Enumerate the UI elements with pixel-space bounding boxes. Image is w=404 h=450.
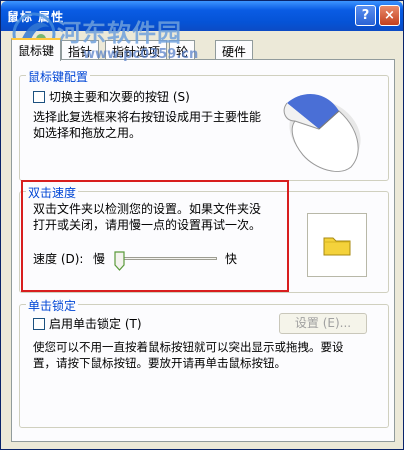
slider-ticks <box>121 272 217 274</box>
tab-pointers[interactable]: 指针 <box>61 40 100 59</box>
speed-slider-track[interactable] <box>117 257 217 260</box>
click-lock-label[interactable]: 启用单击锁定 (T) <box>49 316 142 332</box>
speed-slider-thumb[interactable] <box>114 251 125 272</box>
click-lock-description: 使您可以不用一直按着鼠标按钮就可以突出显示或拖拽。要设 <box>33 340 344 354</box>
switch-buttons-checkbox[interactable] <box>33 91 45 103</box>
tab-wheel[interactable]: 轮 <box>169 40 196 59</box>
tab-buttons[interactable]: 鼠标键 <box>11 38 62 61</box>
mouse-illustration-icon <box>283 93 361 172</box>
help-icon: ? <box>361 8 370 23</box>
folder-icon <box>323 237 351 256</box>
tab-hardware[interactable]: 硬件 <box>215 40 254 59</box>
close-button[interactable]: × <box>379 5 400 26</box>
button-config-description: 选择此复选框来将右按钮设成用于主要性能 <box>33 110 262 124</box>
group-legend: 双击速度 <box>26 184 79 201</box>
tab-label: 指针选项 <box>112 45 161 59</box>
double-click-description: 打开或关闭，请用慢一点的设置再试一次。 <box>33 218 262 232</box>
tab-label: 鼠标键 <box>18 44 55 58</box>
group-legend: 单击锁定 <box>26 297 79 314</box>
button-config-description: 如选择和拖放之用。 <box>33 126 142 140</box>
group-legend: 鼠标键配置 <box>26 68 91 85</box>
tab-label: 硬件 <box>222 45 247 59</box>
tab-label: 指针 <box>68 45 93 59</box>
speed-label: 速度 (D): <box>33 252 84 266</box>
click-lock-checkbox[interactable] <box>33 318 45 330</box>
tab-pointer-options[interactable]: 指针选项 <box>105 40 168 59</box>
slow-label: 慢 <box>93 252 106 266</box>
double-click-description: 双击文件夹以检测您的设置。如果文件夹没 <box>33 202 262 216</box>
tab-label: 轮 <box>176 45 189 59</box>
title-bar[interactable]: 鼠标 属性 ? × <box>1 1 403 31</box>
click-lock-description: 置，请按下鼠标按钮。要放开请再单击鼠标按钮。 <box>33 356 286 370</box>
close-icon: × <box>384 8 395 23</box>
test-folder-area[interactable] <box>307 213 367 277</box>
click-lock-settings-button[interactable]: 设置 (E)... <box>279 313 367 334</box>
mouse-properties-dialog: 鼠标 属性 ? × 鼠标键 指针 指针选项 轮 硬件 鼠标键配置 切换主要和次要… <box>0 0 404 450</box>
window-title: 鼠标 属性 <box>7 10 65 24</box>
help-button[interactable]: ? <box>355 5 376 26</box>
fast-label: 快 <box>225 252 238 266</box>
switch-buttons-label[interactable]: 切换主要和次要的按钮 (S) <box>49 89 190 105</box>
